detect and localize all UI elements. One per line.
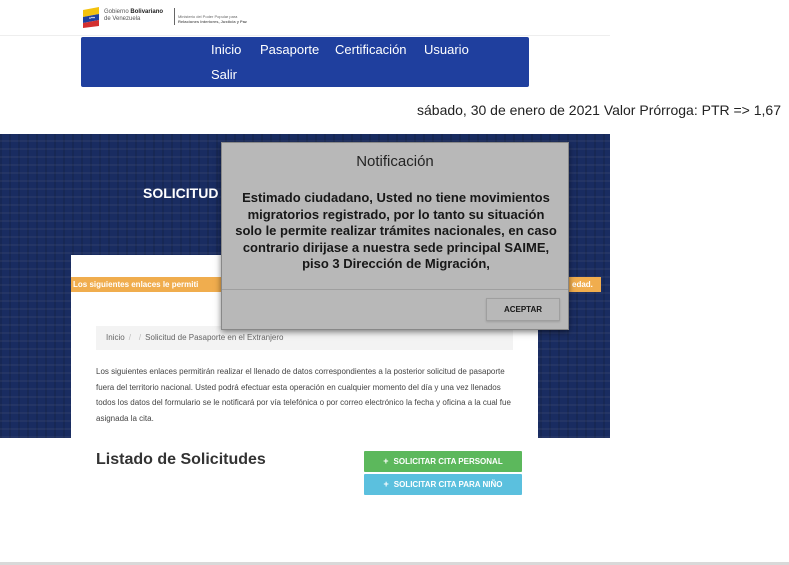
date-and-ptr-value: sábado, 30 de enero de 2021 Valor Prórro…	[417, 102, 781, 118]
nav-inicio[interactable]: Inicio	[211, 42, 241, 57]
request-child-label: SOLICITAR CITA PARA NIÑO	[393, 480, 503, 489]
request-child-appointment-button[interactable]: + SOLICITAR CITA PARA NIÑO	[364, 474, 522, 495]
info-banner-text: Los siguientes enlaces le permiti	[73, 280, 199, 289]
list-title: Listado de Solicitudes	[96, 451, 266, 468]
main-navbar: Inicio Pasaporte Certificación Usuario S…	[81, 37, 529, 87]
nav-salir[interactable]: Salir	[211, 67, 237, 82]
intro-paragraph: Los siguientes enlaces permitirán realiz…	[96, 367, 511, 423]
top-header: Gobierno Bolivariano de Venezuela Minist…	[0, 0, 610, 36]
request-personal-appointment-button[interactable]: + SOLICITAR CITA PERSONAL	[364, 451, 522, 472]
nav-pasaporte[interactable]: Pasaporte	[260, 42, 319, 57]
nav-certificacion[interactable]: Certificación	[335, 42, 407, 57]
logo-divider	[174, 8, 175, 25]
plus-icon: +	[383, 479, 389, 489]
breadcrumb-home[interactable]: Inicio	[106, 333, 125, 342]
venezuela-flag-icon	[83, 7, 99, 28]
ministry-logo-text: Ministerio del Poder Popular para Relaci…	[178, 14, 247, 24]
plus-icon: +	[383, 456, 389, 466]
breadcrumb-current: Solicitud de Pasaporte en el Extranjero	[145, 333, 284, 342]
hero-title: SOLICITUD	[143, 185, 219, 201]
dialog-divider	[222, 289, 568, 290]
dialog-title: Notificación	[356, 153, 434, 170]
info-banner-text-end: edad.	[572, 280, 593, 289]
request-personal-label: SOLICITAR CITA PERSONAL	[393, 457, 503, 466]
breadcrumb-separator: /	[128, 333, 131, 342]
gobierno-logo-text: Gobierno Bolivariano de Venezuela	[104, 9, 164, 22]
notification-dialog: Notificación Estimado ciudadano, Usted n…	[221, 142, 569, 330]
breadcrumb-separator: /	[138, 333, 142, 342]
accept-button[interactable]: ACEPTAR	[486, 298, 560, 321]
nav-usuario[interactable]: Usuario	[424, 42, 469, 57]
dialog-message: Estimado ciudadano, Usted no tiene movim…	[235, 190, 557, 271]
